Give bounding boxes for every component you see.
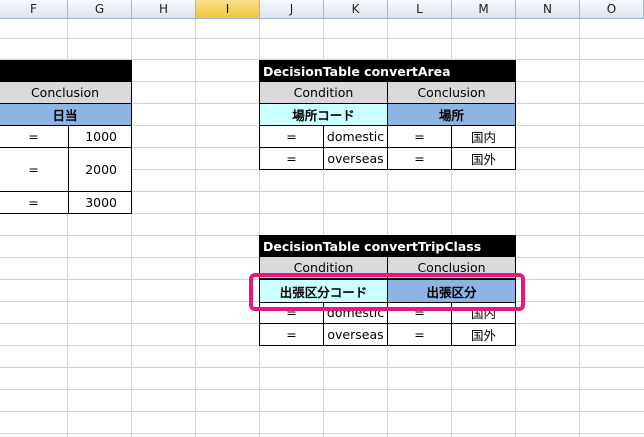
trip-table-code-cell[interactable]: overseas: [323, 323, 388, 346]
area-table-op-cell[interactable]: =: [259, 147, 324, 170]
column-header-m[interactable]: M: [452, 0, 516, 19]
highlight-rectangle: [249, 273, 525, 311]
column-header-j[interactable]: J: [260, 0, 324, 19]
area-table-condition-field[interactable]: 場所コード: [259, 103, 388, 126]
area-table-result-cell[interactable]: 国内: [451, 125, 516, 148]
area-table-op-cell[interactable]: =: [387, 125, 452, 148]
column-header-n[interactable]: N: [516, 0, 580, 19]
area-table-op-cell[interactable]: =: [259, 125, 324, 148]
left-table-op-cell[interactable]: =: [0, 191, 69, 214]
left-table-conclusion-header[interactable]: Conclusion: [0, 81, 132, 104]
area-table-code-cell[interactable]: overseas: [323, 147, 388, 170]
area-table-conclusion-field[interactable]: 場所: [387, 103, 516, 126]
gridline: [0, 38, 644, 39]
area-table-code-cell[interactable]: domestic: [323, 125, 388, 148]
gridline: [0, 367, 644, 368]
left-table-value-cell[interactable]: 1000: [68, 125, 132, 148]
area-table-result-cell[interactable]: 国外: [451, 147, 516, 170]
column-header-o[interactable]: O: [580, 0, 644, 19]
column-header-l[interactable]: L: [388, 0, 452, 19]
column-header-k[interactable]: K: [324, 0, 388, 19]
column-header-i[interactable]: I: [196, 0, 260, 19]
area-table-conclusion-header[interactable]: Conclusion: [387, 81, 516, 104]
left-table-value-cell[interactable]: 2000: [68, 147, 132, 192]
trip-table-op-cell[interactable]: =: [387, 323, 452, 346]
trip-table-title[interactable]: DecisionTable convertTripClass: [259, 235, 516, 257]
left-table-op-cell[interactable]: =: [0, 147, 69, 192]
gridline: [0, 389, 644, 390]
left-table-field-header[interactable]: 日当: [0, 103, 132, 126]
column-header-h[interactable]: H: [132, 0, 196, 19]
area-table-title[interactable]: DecisionTable convertArea: [259, 60, 516, 82]
left-table-title-bar: [0, 60, 132, 82]
trip-table-result-cell[interactable]: 国外: [451, 323, 516, 346]
area-table-condition-header[interactable]: Condition: [259, 81, 388, 104]
area-table-op-cell[interactable]: =: [387, 147, 452, 170]
left-table-op-cell[interactable]: =: [0, 125, 69, 148]
gridline: [0, 411, 644, 412]
spreadsheet-grid[interactable]: F G H I J K L M N O Conclusion 日当 = 1000…: [0, 0, 644, 437]
trip-table-op-cell[interactable]: =: [259, 323, 324, 346]
gridline: [0, 433, 644, 434]
column-header-f[interactable]: F: [0, 0, 68, 19]
left-table-value-cell[interactable]: 3000: [68, 191, 132, 214]
column-header-g[interactable]: G: [68, 0, 132, 19]
